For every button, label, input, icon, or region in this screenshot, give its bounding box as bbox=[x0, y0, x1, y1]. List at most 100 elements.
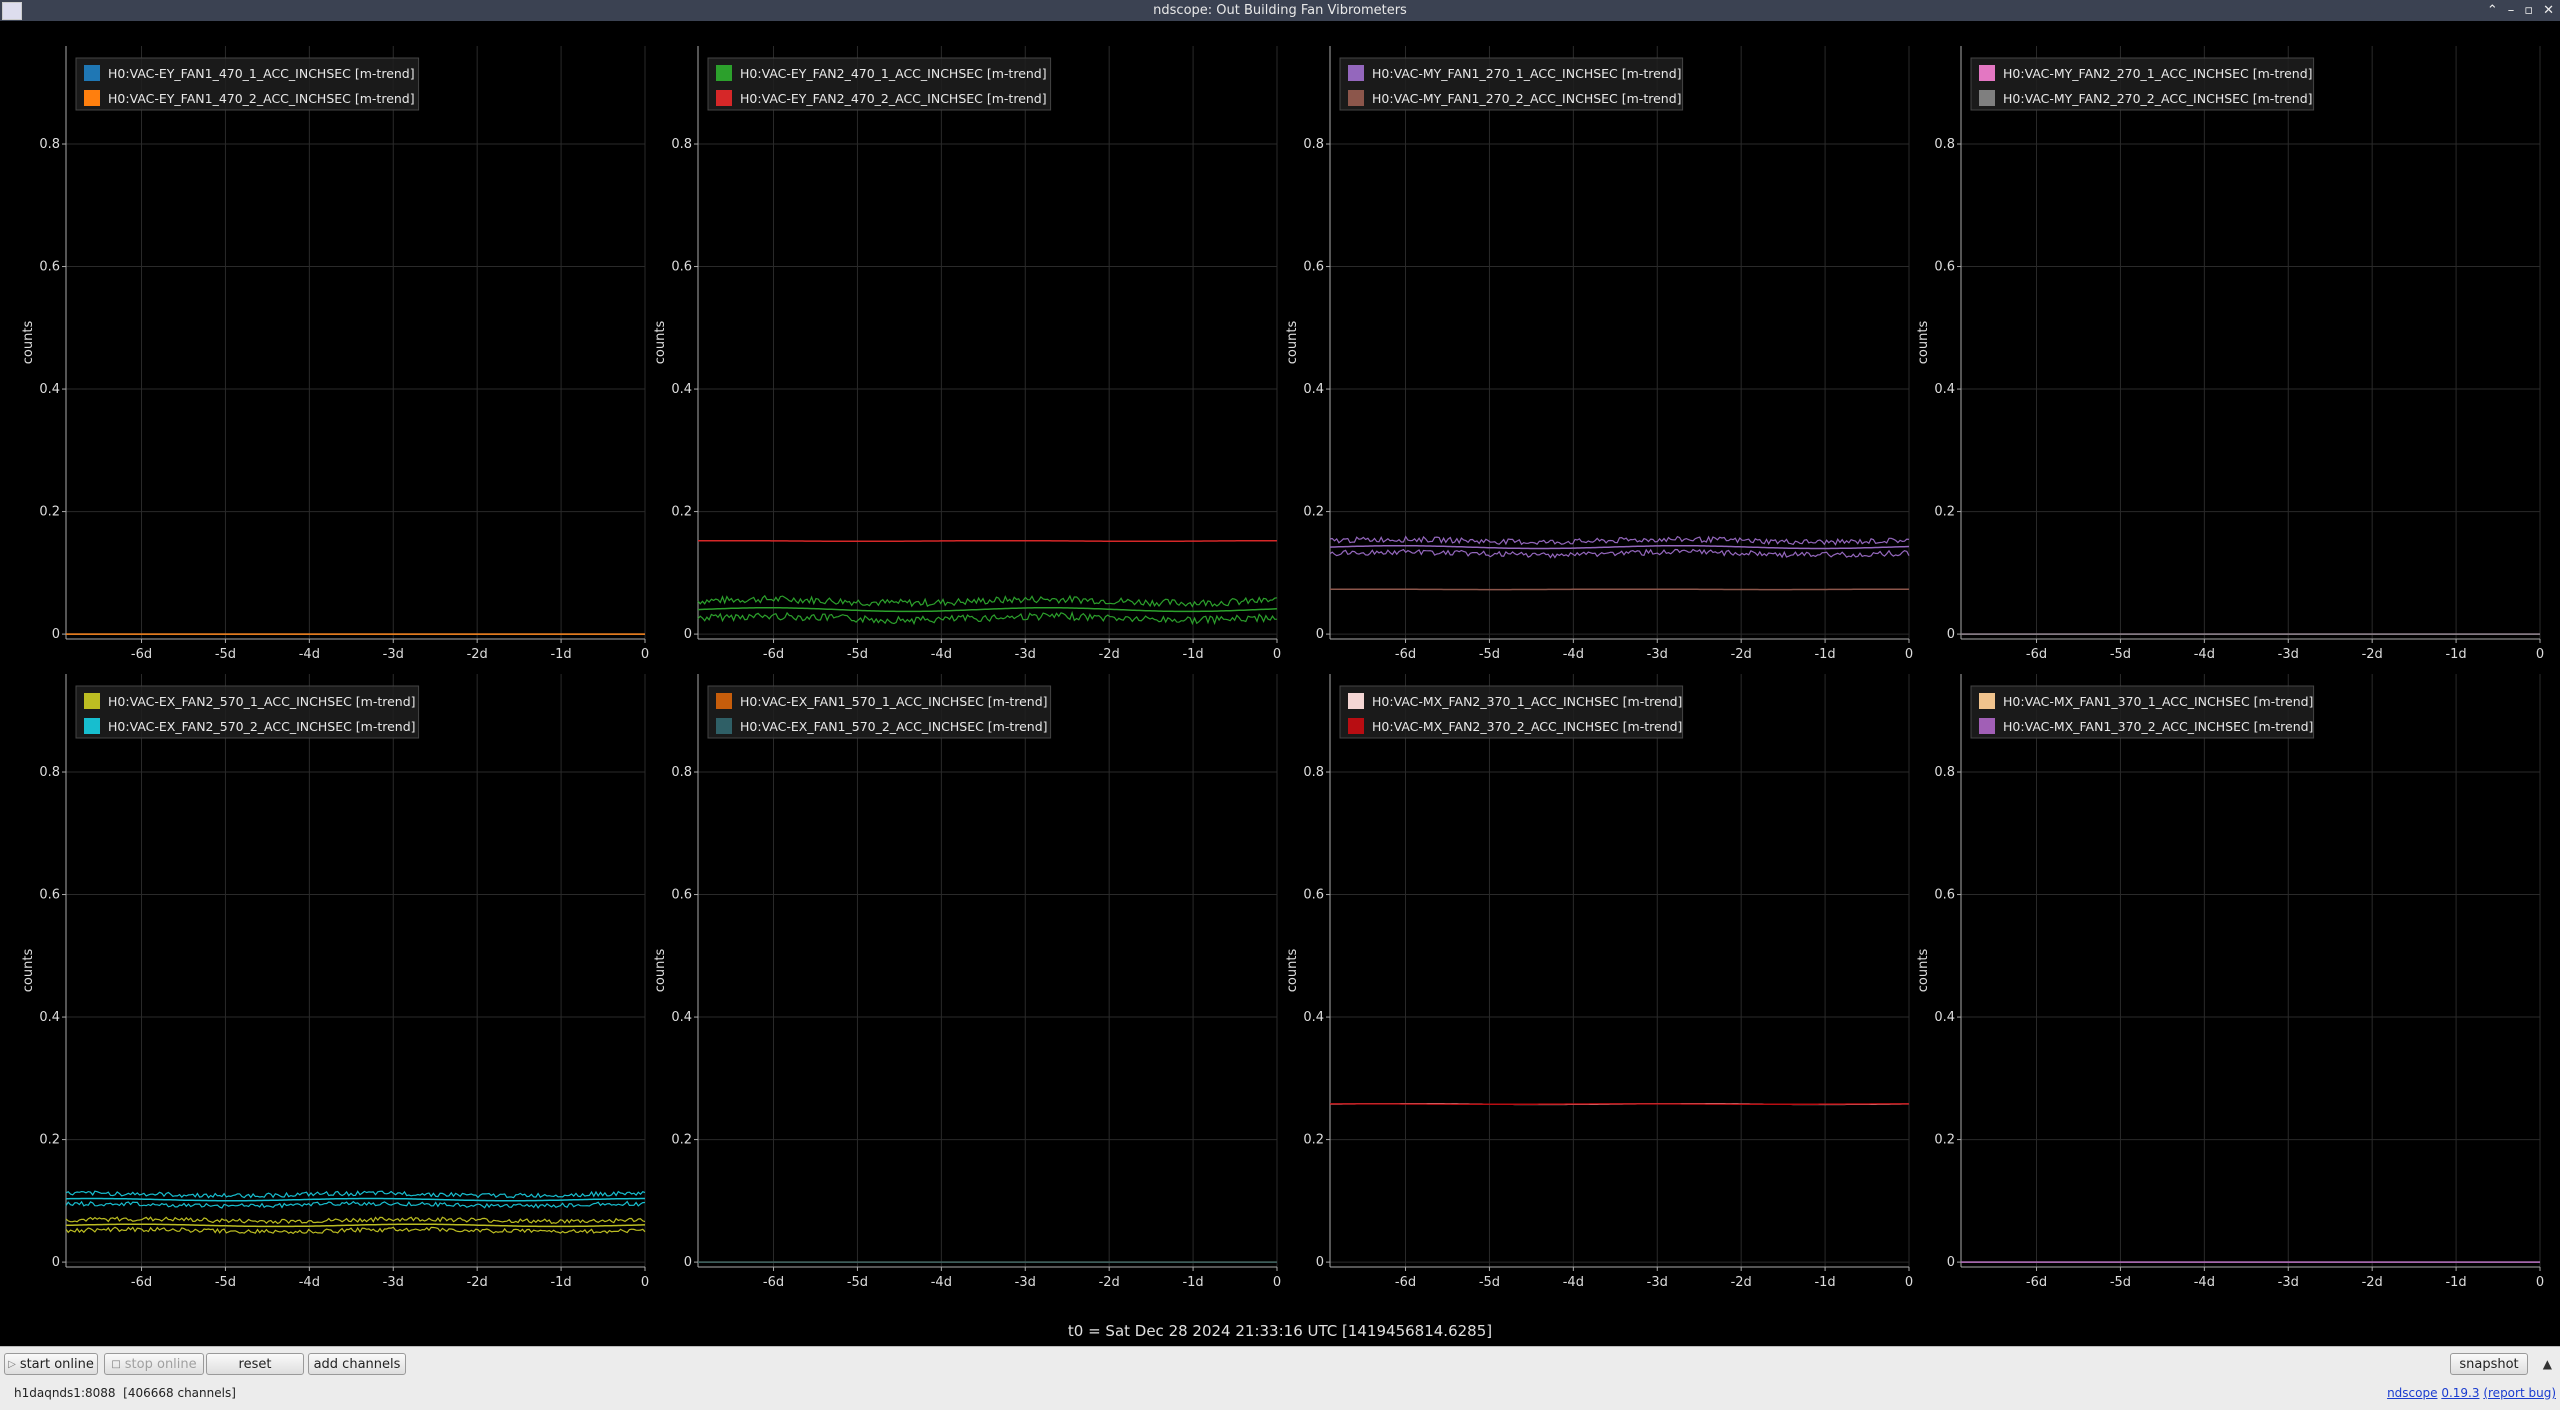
y-axis-label: counts bbox=[653, 949, 668, 993]
y-tick-label: 0.4 bbox=[1303, 1010, 1324, 1025]
y-tick-label: 0.8 bbox=[1303, 137, 1324, 152]
legend-label: H0:VAC-EX_FAN1_570_2_ACC_INCHSEC [m-tren… bbox=[740, 719, 1048, 734]
play-icon: ▷ bbox=[8, 1359, 16, 1370]
series-line bbox=[1330, 550, 1909, 558]
maximize-icon[interactable]: ▫ bbox=[2524, 3, 2533, 18]
version-link[interactable]: 0.19.3 bbox=[2441, 1386, 2479, 1400]
snapshot-button[interactable]: snapshot bbox=[2450, 1353, 2528, 1375]
series-line bbox=[66, 1202, 645, 1208]
server-address: h1daqnds1:8088 bbox=[14, 1386, 116, 1400]
y-tick-label: 0 bbox=[1947, 1255, 1955, 1270]
legend-label: H0:VAC-MY_FAN1_270_2_ACC_INCHSEC [m-tren… bbox=[1372, 91, 1682, 106]
plot-7[interactable]: 00.20.40.60.8-6d-5d-4d-3d-2d-1d0countsH0… bbox=[1285, 674, 1913, 1290]
legend-swatch bbox=[84, 90, 100, 106]
x-tick-label: 0 bbox=[1905, 1275, 1913, 1290]
legend-label: H0:VAC-MX_FAN2_370_2_ACC_INCHSEC [m-tren… bbox=[1372, 719, 1682, 734]
menu-arrow-icon[interactable]: ▲ bbox=[2543, 1357, 2552, 1371]
x-tick-label: -3d bbox=[2278, 647, 2299, 662]
x-tick-label: -2d bbox=[1731, 647, 1752, 662]
y-tick-label: 0 bbox=[684, 1255, 692, 1270]
y-tick-label: 0.2 bbox=[671, 1133, 692, 1148]
x-tick-label: 0 bbox=[1273, 1275, 1281, 1290]
x-tick-label: -5d bbox=[2110, 647, 2131, 662]
y-tick-label: 0.8 bbox=[671, 765, 692, 780]
legend-swatch bbox=[716, 693, 732, 709]
x-tick-label: -1d bbox=[2445, 1275, 2466, 1290]
y-tick-label: 0.2 bbox=[39, 505, 60, 520]
legend-swatch bbox=[1979, 90, 1995, 106]
window-titlebar: ndscope: Out Building Fan Vibrometers ⌃ … bbox=[0, 0, 2560, 21]
y-tick-label: 0.8 bbox=[1934, 765, 1955, 780]
minimize-icon[interactable]: – bbox=[2508, 3, 2515, 18]
series-line bbox=[698, 596, 1277, 607]
x-tick-label: -4d bbox=[1563, 1275, 1584, 1290]
x-tick-label: -6d bbox=[2026, 647, 2047, 662]
legend-swatch bbox=[1979, 718, 1995, 734]
y-tick-label: 0.6 bbox=[671, 260, 692, 275]
stop-online-button[interactable]: □ stop online bbox=[104, 1353, 204, 1375]
x-tick-label: -5d bbox=[847, 647, 868, 662]
plot-8[interactable]: 00.20.40.60.8-6d-5d-4d-3d-2d-1d0countsH0… bbox=[1916, 674, 2544, 1290]
x-tick-label: -4d bbox=[1563, 647, 1584, 662]
t0-label: t0 = Sat Dec 28 2024 21:33:16 UTC [14194… bbox=[0, 1322, 2560, 1340]
report-bug-link[interactable]: (report bug) bbox=[2483, 1386, 2556, 1400]
start-online-button[interactable]: ▷start online bbox=[4, 1353, 98, 1375]
x-tick-label: 0 bbox=[1905, 647, 1913, 662]
y-tick-label: 0.4 bbox=[39, 382, 60, 397]
x-tick-label: -6d bbox=[1395, 1275, 1416, 1290]
plots-grid[interactable]: 0 0.2 0.4 0.6 0.8 -6d -5d -4d -3d -2d -1d 0 counts H0… bbox=[0, 21, 2560, 1341]
series-line bbox=[66, 1199, 645, 1201]
legend-label: H0:VAC-EY_FAN1_470_1_ACC_INCHSEC [m-tren… bbox=[108, 66, 415, 81]
x-tick-label: -2d bbox=[1099, 1275, 1120, 1290]
plot-5[interactable]: 00.20.40.60.8-6d-5d-4d-3d-2d-1d0countsH0… bbox=[21, 674, 649, 1290]
y-tick-label: 0.6 bbox=[1303, 888, 1324, 903]
window-title: ndscope: Out Building Fan Vibrometers bbox=[1153, 3, 1407, 18]
close-icon[interactable]: ✕ bbox=[2543, 3, 2554, 18]
x-tick-label: -3d bbox=[383, 647, 404, 662]
x-tick-label: -4d bbox=[2194, 647, 2215, 662]
y-tick-label: 0.4 bbox=[671, 1010, 692, 1025]
plot-6[interactable]: 00.20.40.60.8-6d-5d-4d-3d-2d-1d0countsH0… bbox=[653, 674, 1281, 1290]
ndscope-link[interactable]: ndscope bbox=[2387, 1386, 2437, 1400]
y-tick-label: 0 bbox=[1316, 627, 1324, 642]
y-tick-label: 0.6 bbox=[671, 888, 692, 903]
x-tick-label: -6d bbox=[131, 1275, 152, 1290]
add-channels-button[interactable]: add channels bbox=[308, 1353, 406, 1375]
y-tick-label: 0.2 bbox=[1303, 1133, 1324, 1148]
keep-above-icon[interactable]: ⌃ bbox=[2487, 3, 2498, 18]
plot-area[interactable]: 0 0.2 0.4 0.6 0.8 -6d -5d -4d -3d -2d -1d 0 counts H0… bbox=[0, 21, 2560, 1346]
version-info: ndscope 0.19.3 (report bug) bbox=[2387, 1386, 2556, 1400]
y-tick-label: 0.6 bbox=[1934, 260, 1955, 275]
plot-3[interactable]: 00.20.40.60.8-6d-5d-4d-3d-2d-1d0countsH0… bbox=[1285, 46, 1913, 662]
y-tick-label: 0.2 bbox=[671, 505, 692, 520]
legend-label: H0:VAC-MX_FAN1_370_1_ACC_INCHSEC [m-tren… bbox=[2003, 694, 2313, 709]
x-tick-label: -5d bbox=[215, 1275, 236, 1290]
legend-label: H0:VAC-EY_FAN2_470_1_ACC_INCHSEC [m-tren… bbox=[740, 66, 1047, 81]
y-tick-label: 0.2 bbox=[1934, 505, 1955, 520]
y-tick-label: 0.4 bbox=[1934, 382, 1955, 397]
window-buttons: ⌃ – ▫ ✕ bbox=[2487, 0, 2554, 21]
plot-2[interactable]: 00.20.40.60.8-6d-5d-4d-3d-2d-1d0countsH0… bbox=[653, 46, 1281, 662]
x-tick-label: 0 bbox=[641, 647, 649, 662]
plot-1[interactable]: 00.20.40.60.8-6d-5d-4d-3d-2d-1d0countsH0… bbox=[21, 46, 649, 662]
legend-swatch bbox=[84, 693, 100, 709]
legend-swatch bbox=[1348, 65, 1364, 81]
y-tick-label: 0.4 bbox=[1303, 382, 1324, 397]
y-tick-label: 0.8 bbox=[671, 137, 692, 152]
reset-button[interactable]: reset bbox=[206, 1353, 304, 1375]
control-bar: ▷start online □ stop online reset add cha… bbox=[0, 1346, 2560, 1410]
y-axis-label: counts bbox=[1285, 321, 1300, 365]
x-tick-label: -5d bbox=[847, 1275, 868, 1290]
stop-online-label: stop online bbox=[125, 1357, 197, 1372]
y-axis-label: counts bbox=[21, 321, 36, 365]
legend-swatch bbox=[716, 718, 732, 734]
plot-4[interactable]: 00.20.40.60.8-6d-5d-4d-3d-2d-1d0countsH0… bbox=[1916, 46, 2544, 662]
y-tick-label: 0 bbox=[52, 1255, 60, 1270]
legend-swatch bbox=[1979, 65, 1995, 81]
x-tick-label: -2d bbox=[467, 647, 488, 662]
x-tick-label: -3d bbox=[1647, 647, 1668, 662]
x-tick-label: 0 bbox=[1273, 647, 1281, 662]
legend-swatch bbox=[716, 65, 732, 81]
x-tick-label: -4d bbox=[931, 647, 952, 662]
stop-icon: □ bbox=[111, 1359, 120, 1370]
